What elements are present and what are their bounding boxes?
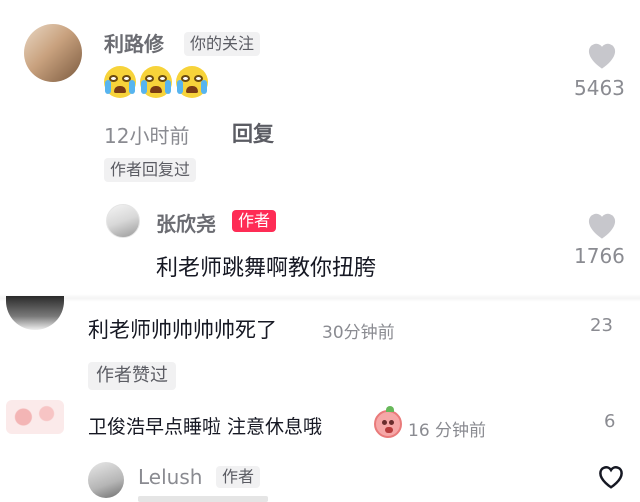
emoji-row — [104, 66, 208, 98]
crying-laughing-emoji-icon — [140, 66, 172, 98]
relation-tag: 你的关注 — [184, 32, 261, 56]
comment-time: 16 分钟前 — [408, 421, 487, 441]
reply-button[interactable]: 回复 — [232, 118, 274, 148]
avatar[interactable] — [106, 204, 140, 238]
avatar[interactable] — [24, 24, 82, 82]
reply-username[interactable]: 张欣尧 — [156, 208, 216, 237]
comment-text: 利老师帅帅帅帅死了 — [88, 318, 277, 342]
heart-icon — [588, 43, 616, 69]
author-replied-tag: 作者回复过 — [104, 158, 197, 182]
avatar[interactable] — [6, 400, 64, 434]
author-badge: 作者 — [216, 466, 261, 488]
emoji-eye-icon — [389, 420, 394, 425]
comment-text: 卫俊浩早点睡啦 注意休息哦 — [88, 416, 323, 438]
comment-time: 30分钟前 — [322, 323, 395, 343]
like-count: 23 — [590, 315, 613, 336]
comment-username[interactable]: 利路修 — [104, 28, 164, 57]
crying-laughing-emoji-icon — [176, 66, 208, 98]
crying-laughing-emoji-icon — [104, 66, 136, 98]
like-button[interactable] — [584, 208, 620, 240]
emoji-leaf-icon — [386, 406, 394, 412]
like-count: 5463 — [574, 76, 625, 100]
heart-icon — [588, 213, 616, 239]
reply-text: 利老师跳舞啊教你扭胯 — [156, 256, 377, 281]
divider — [0, 294, 640, 302]
comment-username[interactable]: Lelush — [138, 465, 202, 489]
like-button[interactable] — [584, 38, 620, 70]
like-button[interactable] — [596, 462, 626, 490]
like-count: 6 — [604, 411, 616, 432]
like-count: 1766 — [574, 244, 625, 268]
truncated-comment-line — [138, 496, 268, 502]
author-liked-tag: 作者赞过 — [88, 362, 176, 390]
shy-emoji-icon — [374, 406, 402, 438]
author-badge: 作者 — [232, 210, 277, 232]
avatar[interactable] — [6, 296, 64, 330]
emoji-eye-icon — [382, 420, 387, 425]
heart-outline-icon — [599, 466, 623, 489]
emoji-mouth-icon — [385, 427, 393, 433]
comment-time: 12小时前 — [104, 124, 190, 148]
avatar[interactable] — [88, 462, 124, 498]
